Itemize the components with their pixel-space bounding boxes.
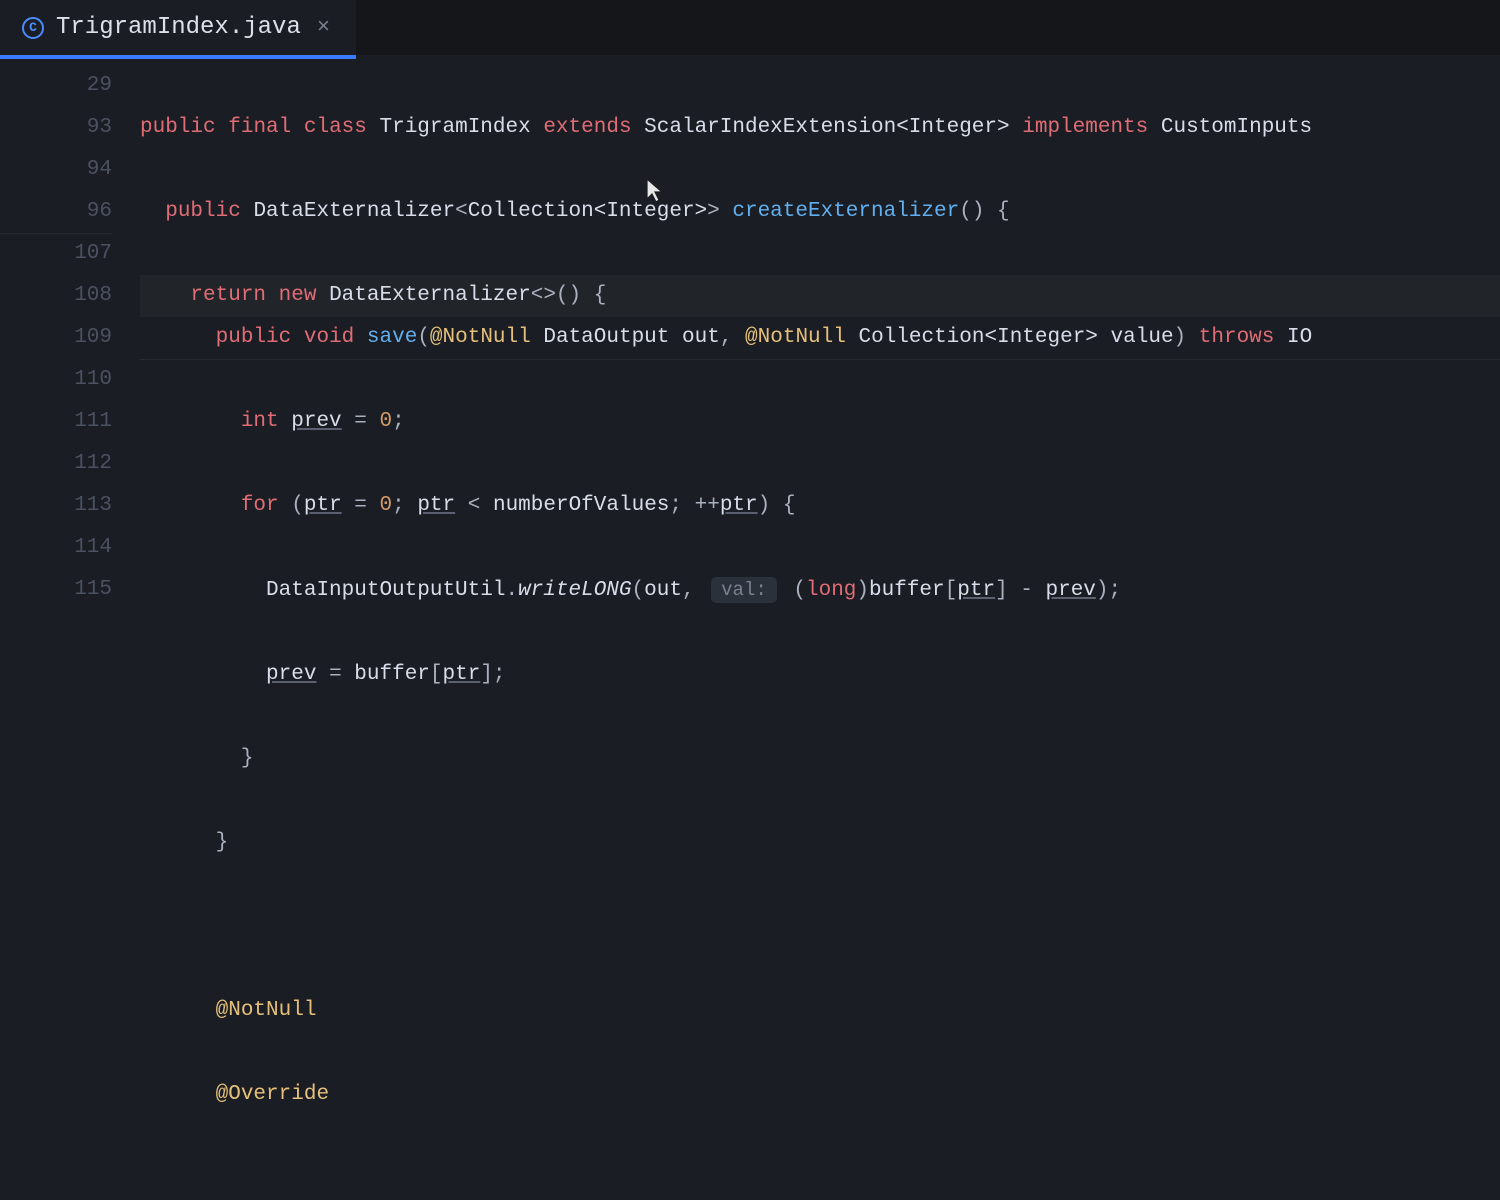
- close-icon[interactable]: ×: [313, 15, 334, 40]
- tab-bar: C TrigramIndex.java ×: [0, 0, 1500, 55]
- file-tab[interactable]: C TrigramIndex.java ×: [0, 0, 356, 55]
- editor-root: C TrigramIndex.java × 29 93 94 96 107 10…: [0, 0, 1500, 600]
- tab-filename: TrigramIndex.java: [56, 14, 301, 41]
- java-class-icon: C: [22, 17, 44, 39]
- parameter-hint: val:: [711, 577, 777, 603]
- code-area[interactable]: 29 93 94 96 107 108 109 110 111 112 113 …: [0, 55, 1500, 1200]
- code-content[interactable]: public final class TrigramIndex extends …: [140, 65, 1500, 1200]
- line-gutter: 29 93 94 96 107 108 109 110 111 112 113 …: [0, 65, 140, 1200]
